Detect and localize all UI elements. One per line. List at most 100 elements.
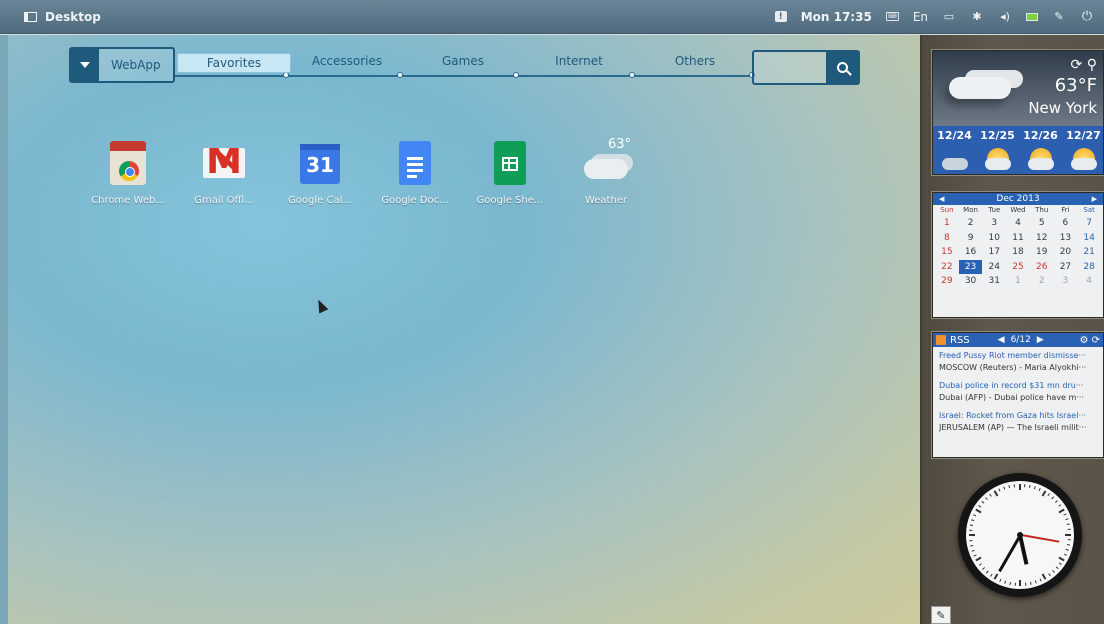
calendar-day[interactable]: 23 [958,259,983,274]
rss-item[interactable]: Israel: Rocket from Gaza hits Israel··· … [933,407,1103,437]
calendar-month: Dec 2013 [996,194,1040,204]
keyboard-icon[interactable]: ⌨ [885,12,899,21]
clock-tick [1019,484,1021,490]
battery-icon[interactable] [1026,12,1038,21]
desktop-button[interactable]: Desktop [24,10,101,24]
calendar-day[interactable]: 27 [1054,260,1078,275]
app-chrome-webstore[interactable]: Chrome Web... [83,139,173,206]
bluetooth-icon[interactable]: ✱ [970,10,984,24]
notification-icon[interactable]: ! [774,11,787,22]
tab-others[interactable]: Others [655,54,735,68]
clock-tick [1067,539,1071,541]
panel-clock[interactable]: Mon 17:35 [801,10,872,24]
edit-widgets-button[interactable]: ✎ [931,606,951,624]
clock-tick [989,493,992,497]
calendar-day[interactable]: 22 [935,260,959,275]
rss-item[interactable]: Freed Pussy Riot member dismisse··· MOSC… [933,347,1103,377]
app-label: Google Cal... [288,195,352,206]
rss-widget: RSS ◀ 6/12 ▶ ⚙ ⟳ Freed Pussy Riot member… [932,332,1104,458]
calendar-day[interactable]: 9 [959,231,983,246]
search-input[interactable] [754,52,826,83]
calendar-day[interactable]: 3 [1054,274,1078,289]
calendar-day[interactable]: 31 [982,274,1006,289]
clock-tick [981,500,985,504]
calendar-day[interactable]: 16 [959,245,983,260]
widget-sidebar: ⟳ ⚲ 63°F New York 12/24 12/25 12/26 12/2… [920,35,1104,624]
app-google-docs[interactable]: Google Doc... [370,139,460,206]
app-gmail-offline[interactable]: Gmail Offl... [179,139,269,206]
refresh-icon[interactable]: ⟳ [1092,335,1100,346]
calendar-day[interactable]: 2 [959,216,983,231]
prev-item-icon[interactable]: ◀ [998,335,1005,345]
power-icon[interactable]: ⏻ [1080,9,1094,24]
clock-tick [1039,578,1042,582]
calendar-day[interactable]: 30 [959,274,983,289]
app-label: Google She... [476,195,544,206]
calendar-day[interactable]: 11 [1006,231,1030,246]
app-google-sheets[interactable]: Google She... [465,139,555,206]
gear-icon[interactable]: ⚙ [1079,335,1088,346]
calendar-day[interactable]: 1 [1006,274,1030,289]
webapp-dropdown[interactable]: WebApp [69,47,175,83]
app-weather[interactable]: 63° Weather [561,137,651,206]
calendar-header: ◀ Dec 2013 ▶ [933,193,1103,205]
calendar-day[interactable]: 10 [982,231,1006,246]
calendar-day[interactable]: 24 [982,260,1006,275]
calendar-day[interactable]: 19 [1030,245,1054,260]
calendar-day[interactable]: 29 [935,274,959,289]
search-button[interactable] [826,52,858,83]
tab-favorites[interactable]: Favorites [177,53,291,73]
display-icon[interactable]: ▭ [942,10,956,24]
partly-sunny-icon [1027,148,1054,170]
pen-icon[interactable]: ✎ [1052,10,1066,24]
weather-widget[interactable]: ⟳ ⚲ 63°F New York 12/24 12/25 12/26 12/2… [932,50,1104,175]
app-label: Google Doc... [381,195,449,206]
calendar-day-name: Fri [1061,206,1070,214]
prev-month-icon[interactable]: ◀ [939,195,944,203]
app-google-calendar[interactable]: 31 Google Cal... [275,139,365,206]
calendar-day[interactable]: 12 [1030,231,1054,246]
refresh-icon[interactable]: ⟳ [1071,57,1083,73]
clock-tick [1066,544,1071,546]
calendar-day[interactable]: 20 [1054,245,1078,260]
calendar-day[interactable]: 26 [1030,260,1054,275]
rss-title: RSS [950,334,970,346]
dropdown-arrow-icon[interactable] [71,49,99,81]
calendar-day[interactable]: 14 [1077,231,1101,246]
calendar-day[interactable]: 3 [982,216,1006,231]
calendar-day[interactable]: 15 [935,245,959,260]
calendar-day[interactable]: 18 [1006,245,1030,260]
clock-tick [1055,500,1058,503]
partly-sunny-icon [984,148,1011,170]
next-item-icon[interactable]: ▶ [1037,335,1044,345]
calendar-day[interactable]: 13 [1054,231,1078,246]
calendar-day[interactable]: 25 [1006,260,1030,275]
separator-dot [513,72,519,78]
calendar-day[interactable]: 8 [935,231,959,246]
calendar-day[interactable]: 17 [982,245,1006,260]
calendar-day[interactable]: 21 [1077,245,1101,260]
tab-accessories[interactable]: Accessories [297,54,397,68]
gmail-icon [200,139,248,187]
tab-games[interactable]: Games [423,54,503,68]
rss-item-title: Freed Pussy Riot member dismisse··· [939,351,1087,360]
calendar-day[interactable]: 7 [1077,216,1101,231]
calendar-day[interactable]: 28 [1077,260,1101,275]
calendar-day[interactable]: 6 [1054,216,1078,231]
rss-item[interactable]: Dubai police in record $31 mn dru··· Dub… [933,377,1103,407]
clock-tick [985,497,988,500]
calendar-day[interactable]: 4 [1006,216,1030,231]
volume-icon[interactable]: ◂) [998,10,1012,24]
clock-minute-hand [997,534,1022,573]
language-indicator[interactable]: En [913,10,928,24]
tab-internet[interactable]: Internet [537,54,621,68]
clock-second-hand [1019,534,1060,543]
next-month-icon[interactable]: ▶ [1092,195,1097,203]
calendar-day[interactable]: 2 [1030,274,1054,289]
calendar-day[interactable]: 1 [935,216,959,231]
top-panel: Desktop ! Mon 17:35 ⌨ En ▭ ✱ ◂) ✎ ⏻ [0,0,1104,34]
search-icon[interactable]: ⚲ [1087,57,1097,73]
calendar-day[interactable]: 4 [1077,274,1101,289]
calendar-day[interactable]: 5 [1030,216,1054,231]
clock-tick [990,573,993,577]
